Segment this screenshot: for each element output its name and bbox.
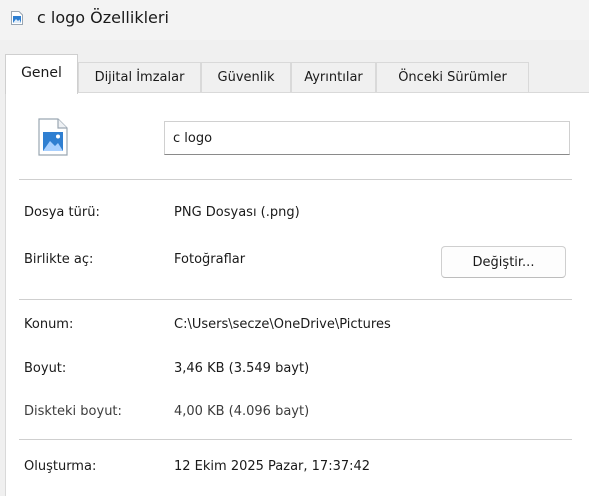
tab-general[interactable]: Genel — [5, 54, 78, 94]
general-tab-panel: Dosya türü: PNG Dosyası (.png) Birlikte … — [5, 93, 589, 496]
tab-digital-signatures[interactable]: Dijital İmzalar — [78, 62, 201, 92]
tab-security[interactable]: Güvenlik — [201, 62, 291, 92]
tab-strip: Genel Dijital İmzalar Güvenlik Ayrıntıla… — [0, 40, 589, 94]
window-title: c logo Özellikleri — [37, 8, 169, 27]
file-type-value: PNG Dosyası (.png) — [174, 205, 300, 220]
created-value: 12 Ekim 2025 Pazar, 17:37:42 — [174, 459, 371, 474]
section-divider — [19, 179, 572, 180]
section-divider — [19, 439, 572, 440]
size-label: Boyut: — [24, 361, 67, 376]
size-on-disk-value: 4,00 KB (4.096 bayt) — [174, 404, 310, 419]
tab-details[interactable]: Ayrıntılar — [291, 62, 376, 92]
file-type-label: Dosya türü: — [24, 205, 100, 220]
created-label: Oluşturma: — [24, 459, 97, 474]
location-value: C:\Users\secze\OneDrive\Pictures — [174, 317, 391, 332]
change-button[interactable]: Değiştir... — [441, 246, 566, 278]
png-image-icon — [38, 118, 68, 156]
section-divider — [19, 299, 572, 300]
image-file-icon — [11, 11, 23, 25]
opens-with-value: Fotoğraflar — [174, 252, 246, 267]
file-name-input[interactable] — [164, 121, 570, 155]
size-value: 3,46 KB (3.549 bayt) — [174, 361, 310, 376]
size-on-disk-label: Diskteki boyut: — [24, 404, 122, 419]
opens-with-label: Birlikte aç: — [24, 252, 94, 267]
tab-previous-versions[interactable]: Önceki Sürümler — [376, 62, 529, 92]
location-label: Konum: — [24, 317, 74, 332]
title-bar: c logo Özellikleri — [0, 0, 589, 40]
